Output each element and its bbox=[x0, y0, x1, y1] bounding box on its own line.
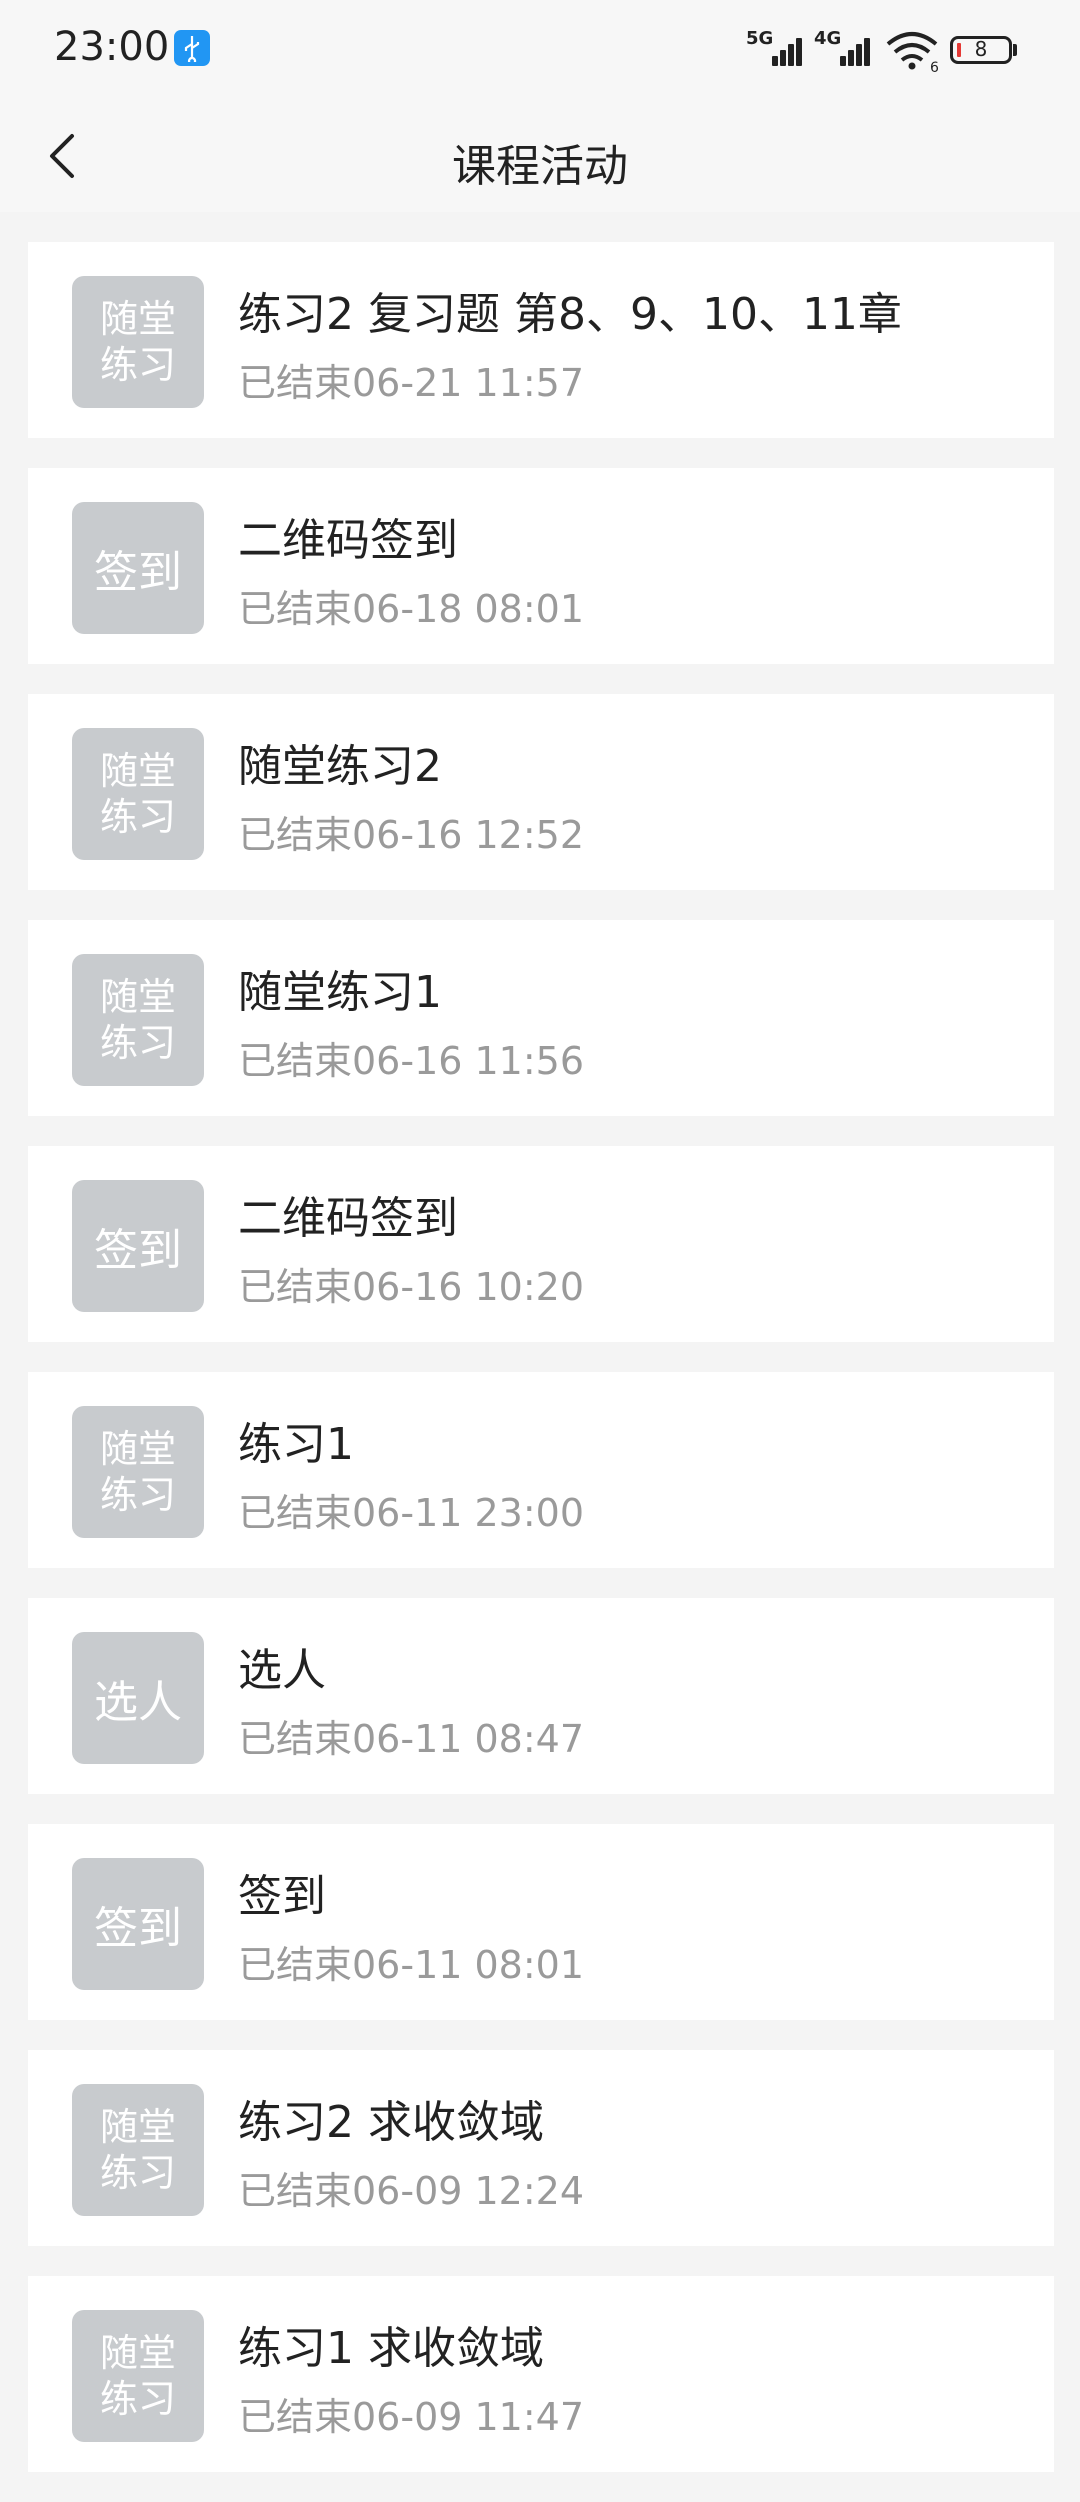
activity-status: 已结束06-09 11:47 bbox=[238, 2395, 585, 2439]
activity-status: 已结束06-18 08:01 bbox=[238, 587, 585, 631]
page-title: 课程活动 bbox=[452, 141, 628, 192]
battery-level: 8 bbox=[974, 37, 988, 61]
badge-text: 签到 bbox=[94, 547, 182, 598]
badge-text: 签到 bbox=[94, 1903, 182, 1954]
activity-item[interactable]: 随堂 练习 练习1 求收敛域 已结束06-09 11:47 bbox=[28, 2276, 1054, 2472]
activity-status: 已结束06-16 12:52 bbox=[238, 813, 585, 857]
activity-list: 随堂 练习 练习2 复习题 第8、9、10、11章 已结束06-21 11:57 签到二… bbox=[28, 242, 1054, 2502]
activity-status: 已结束06-09 12:24 bbox=[238, 2169, 585, 2213]
activity-type-badge: 随堂 练习 bbox=[72, 2084, 204, 2216]
activity-type-badge: 签到 bbox=[72, 502, 204, 634]
activity-item[interactable]: 随堂 练习 随堂练习2 已结束06-16 12:52 bbox=[28, 694, 1054, 890]
badge-text: 随堂 bbox=[99, 2331, 176, 2375]
activity-type-badge: 随堂 练习 bbox=[72, 276, 204, 408]
activity-item[interactable]: 签到 二维码签到已结束06-18 08:01 bbox=[28, 468, 1054, 664]
badge-text: 随堂 bbox=[99, 2105, 176, 2149]
signal-4g-label: 4G bbox=[814, 28, 842, 49]
activity-title: 选人 bbox=[238, 1645, 326, 1696]
header: 课程活动 bbox=[0, 100, 1080, 212]
activity-item[interactable]: 随堂 练习 随堂练习1 已结束06-16 11:56 bbox=[28, 920, 1054, 1116]
activity-type-badge: 随堂 练习 bbox=[72, 1406, 204, 1538]
usb-icon bbox=[174, 30, 210, 66]
activity-item[interactable]: 随堂 练习 练习2 求收敛域 已结束06-09 12:24 bbox=[28, 2050, 1054, 2246]
activity-title: 随堂练习2 bbox=[238, 741, 442, 792]
activity-type-badge: 选人 bbox=[72, 1632, 204, 1764]
signal-5g-label: 5G bbox=[746, 28, 774, 49]
activity-item[interactable]: 随堂 练习 练习2 复习题 第8、9、10、11章 已结束06-21 11:57 bbox=[28, 242, 1054, 438]
activity-status: 已结束06-21 11:57 bbox=[238, 361, 585, 405]
activity-status: 已结束06-11 08:01 bbox=[238, 1943, 585, 1987]
activity-type-badge: 签到 bbox=[72, 1858, 204, 1990]
status-time: 23:00 bbox=[54, 24, 170, 70]
activity-title: 签到 bbox=[238, 1871, 326, 1922]
badge-text: 练习 bbox=[99, 795, 176, 839]
activity-item[interactable]: 随堂 练习 练习1 已结束06-11 23:00 bbox=[28, 1372, 1054, 1568]
badge-text: 练习 bbox=[99, 343, 176, 387]
wifi-label: 6 bbox=[930, 60, 939, 72]
activity-title: 练习2 复习题 第8、9、10、11章 bbox=[238, 289, 902, 340]
activity-status: 已结束06-16 11:56 bbox=[238, 1039, 585, 1083]
badge-text: 练习 bbox=[99, 1021, 176, 1065]
badge-text: 随堂 bbox=[99, 975, 176, 1019]
wifi-icon: 6 bbox=[884, 28, 940, 76]
activity-item[interactable]: 签到 二维码签到已结束06-16 10:20 bbox=[28, 1146, 1054, 1342]
activity-status: 已结束06-16 10:20 bbox=[238, 1265, 585, 1309]
badge-text: 选人 bbox=[94, 1677, 182, 1728]
activity-type-badge: 随堂 练习 bbox=[72, 2310, 204, 2442]
activity-title: 二维码签到 bbox=[238, 515, 458, 566]
activity-type-badge: 随堂 练习 bbox=[72, 728, 204, 860]
activity-title: 练习1 求收敛域 bbox=[238, 2323, 544, 2374]
signal-5g-icon: 5G bbox=[746, 28, 808, 66]
activity-title: 二维码签到 bbox=[238, 1193, 458, 1244]
status-bar: 23:00 5G 4G 6 8 bbox=[0, 0, 1080, 100]
badge-text: 练习 bbox=[99, 2377, 176, 2421]
battery-tip bbox=[1013, 44, 1017, 56]
badge-text: 签到 bbox=[94, 1225, 182, 1276]
badge-text: 练习 bbox=[99, 1473, 176, 1517]
activity-item[interactable]: 选人 选人 已结束06-11 08:47 bbox=[28, 1598, 1054, 1794]
activity-title: 练习1 bbox=[238, 1419, 354, 1470]
activity-status: 已结束06-11 08:47 bbox=[238, 1717, 585, 1761]
badge-text: 随堂 bbox=[99, 749, 176, 793]
activity-item[interactable]: 签到 签到 已结束06-11 08:01 bbox=[28, 1824, 1054, 2020]
badge-text: 随堂 bbox=[99, 297, 176, 341]
activity-type-badge: 随堂 练习 bbox=[72, 954, 204, 1086]
signal-4g-icon: 4G bbox=[814, 28, 876, 66]
activity-type-badge: 签到 bbox=[72, 1180, 204, 1312]
activity-status: 已结束06-11 23:00 bbox=[238, 1491, 585, 1535]
badge-text: 随堂 bbox=[99, 1427, 176, 1471]
activity-title: 随堂练习1 bbox=[238, 967, 442, 1018]
battery-icon: 8 bbox=[950, 36, 1012, 64]
activity-title: 练习2 求收敛域 bbox=[238, 2097, 544, 2148]
badge-text: 练习 bbox=[99, 2151, 176, 2195]
